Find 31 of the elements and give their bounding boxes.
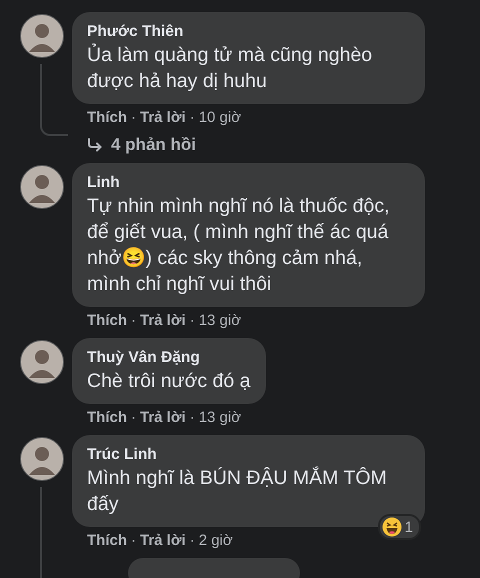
reaction-count: 1 bbox=[404, 518, 413, 536]
timestamp[interactable]: 2 giờ bbox=[198, 532, 233, 548]
author-name[interactable]: Thuỳ Vân Đặng bbox=[87, 348, 251, 368]
dot-separator: · bbox=[190, 312, 195, 328]
dot-separator: · bbox=[131, 532, 136, 548]
reply-link[interactable]: Trả lời bbox=[140, 408, 186, 426]
author-name[interactable]: Trúc Linh bbox=[87, 445, 410, 465]
dot-separator: · bbox=[190, 532, 195, 548]
dot-separator: · bbox=[131, 108, 136, 126]
like-link[interactable]: Thích bbox=[87, 408, 127, 426]
reply-link[interactable]: Trả lời bbox=[140, 108, 186, 126]
like-link[interactable]: Thích bbox=[87, 312, 127, 328]
comment-text: Mình nghĩ là BÚN ĐẬU MẮM TÔM đấy bbox=[87, 466, 388, 517]
comment-text: Tự nhin mình nghĩ nó là thuốc độc, để giết vua, ( mình nghĩ thế ác quá nhở😆) các sky thông cảm nhá, mình chỉ nghĩ vui thôi bbox=[87, 194, 390, 297]
author-name[interactable]: Phước Thiên bbox=[87, 22, 410, 42]
timestamp[interactable]: 10 giờ bbox=[198, 108, 242, 126]
reply-link[interactable]: Trả lời bbox=[140, 532, 186, 548]
timestamp[interactable]: 13 giờ bbox=[198, 312, 242, 328]
reaction-badge[interactable]: 1 bbox=[378, 514, 421, 540]
comment-text: Ủa làm quàng tử mà cũng nghèo được hả hay dị huhu bbox=[87, 42, 374, 94]
dot-separator: · bbox=[131, 312, 136, 328]
reply-link[interactable]: Trả lời bbox=[140, 312, 186, 328]
dot-separator: · bbox=[131, 408, 136, 426]
like-link[interactable]: Thích bbox=[87, 532, 127, 548]
timestamp[interactable]: 13 giờ bbox=[198, 408, 242, 426]
comment-text: Chè trôi nước đó ạ bbox=[87, 369, 251, 394]
view-replies-link[interactable]: 4 phản hồi bbox=[72, 127, 196, 155]
dot-separator: · bbox=[190, 408, 195, 426]
like-link[interactable]: Thích bbox=[87, 108, 127, 126]
dot-separator: · bbox=[190, 108, 195, 126]
author-name[interactable]: Linh bbox=[87, 173, 410, 193]
